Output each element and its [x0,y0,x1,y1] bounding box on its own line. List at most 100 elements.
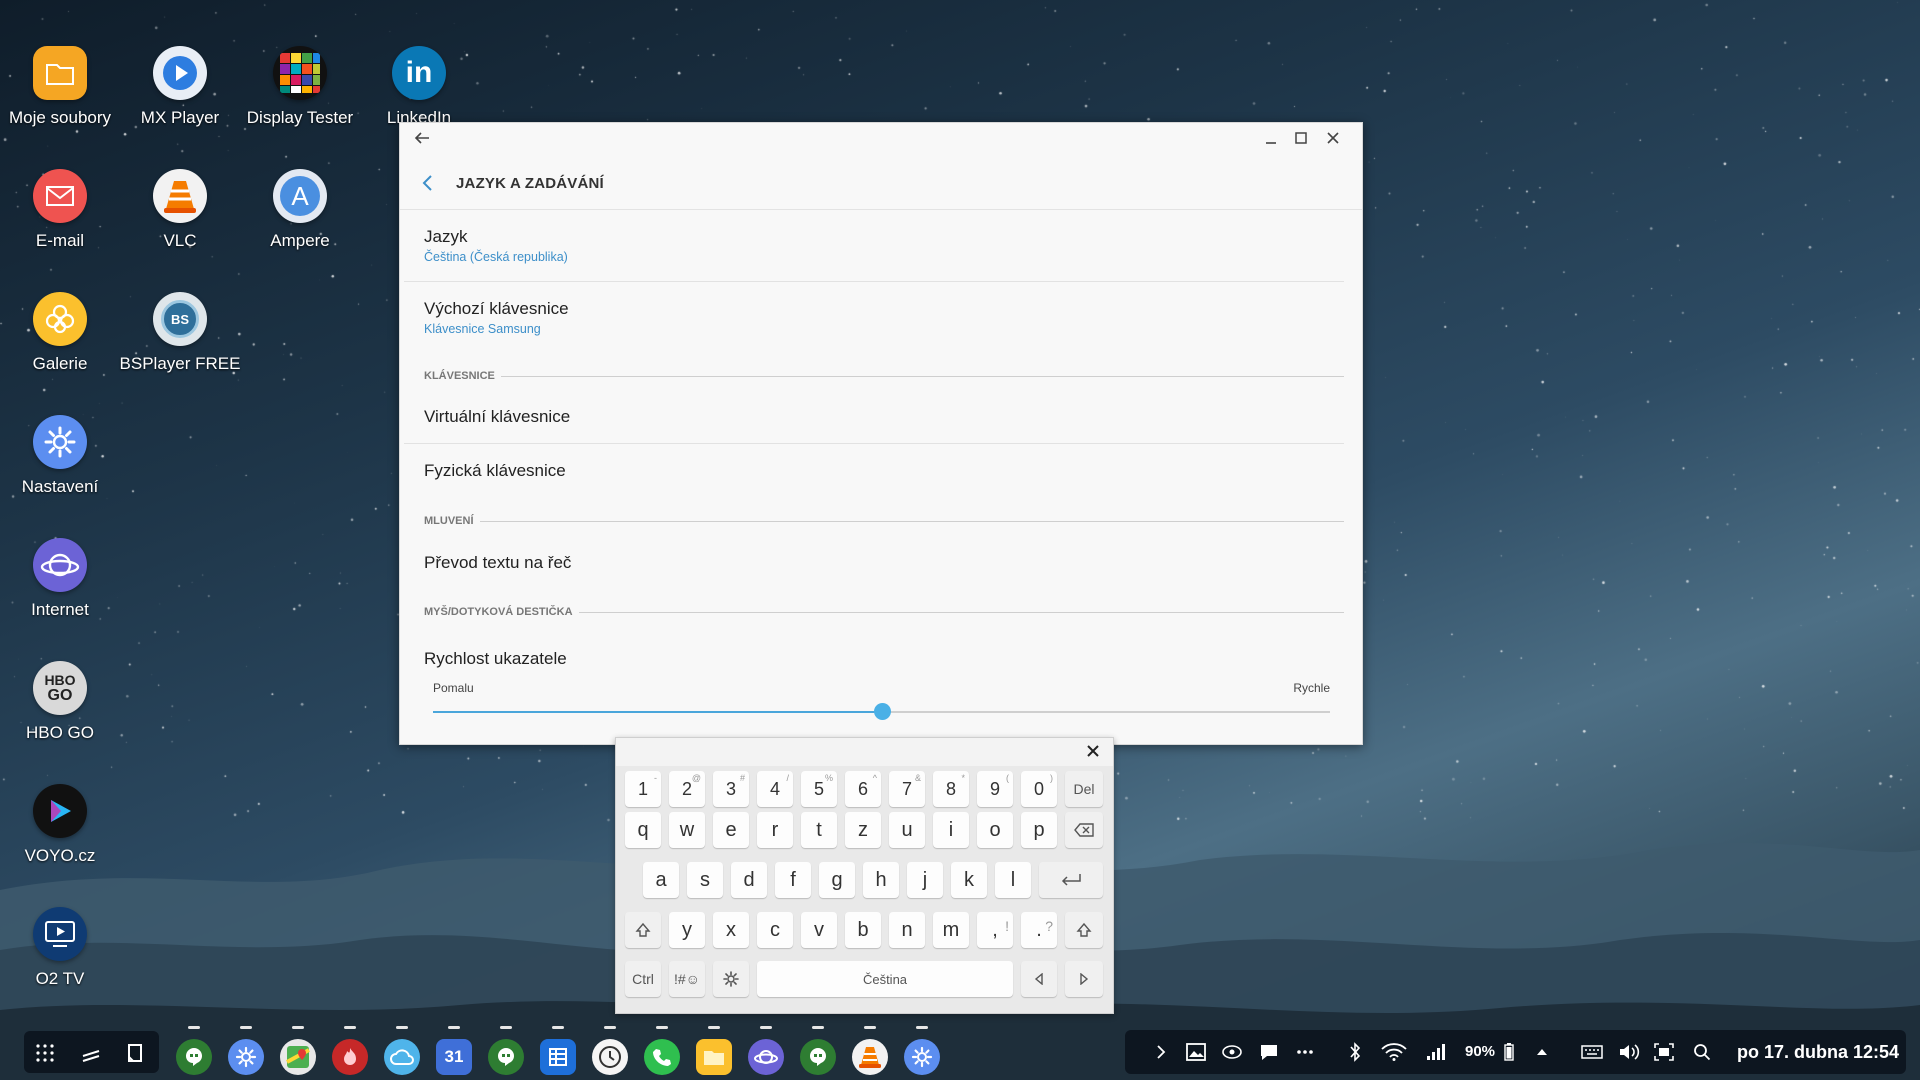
key-cursor-right[interactable] [1065,961,1103,997]
desktop-icon-vlc[interactable]: VLC [120,169,240,251]
volume-icon[interactable] [1617,1041,1641,1063]
key-shift-right[interactable] [1065,912,1103,948]
key-2[interactable]: 2 @ [669,771,705,807]
screenshot-icon[interactable] [1653,1041,1675,1063]
pointer-speed-thumb[interactable] [873,703,891,720]
physical-keyboard-setting[interactable]: Fyzická klávesnice [424,461,1344,481]
key-g[interactable]: g [819,862,855,898]
key-z[interactable]: z [845,812,881,848]
key-j[interactable]: j [907,862,943,898]
recent-apps-icon[interactable] [80,1042,102,1064]
key-p[interactable]: p [1021,812,1057,848]
key-v[interactable]: v [801,912,837,948]
key-3[interactable]: 3 # [713,771,749,807]
key-ctrl[interactable]: Ctrl [625,961,661,997]
keyboard-close-icon[interactable] [1083,741,1103,761]
key-f[interactable]: f [775,862,811,898]
key-x[interactable]: x [713,912,749,948]
key-i[interactable]: i [933,812,969,848]
pointer-speed-slider[interactable] [433,703,1330,720]
wifi-icon[interactable] [1381,1041,1407,1063]
key-space[interactable]: Čeština [757,961,1013,997]
key-comma[interactable]: ,! [977,912,1013,948]
image-icon[interactable] [1185,1041,1207,1063]
key-5[interactable]: 5% [801,771,837,807]
key-o[interactable]: o [977,812,1013,848]
key-q[interactable]: q [625,812,661,848]
taskbar-app-vlc[interactable] [852,1039,888,1075]
window-back-icon[interactable] [411,127,433,149]
maximize-icon[interactable] [1290,127,1312,149]
signal-icon[interactable] [1425,1041,1447,1063]
virtual-keyboard-setting[interactable]: Virtuální klávesnice [424,407,1344,427]
key-k[interactable]: k [951,862,987,898]
sync-icon[interactable] [1221,1041,1243,1063]
key-7[interactable]: 7 & [889,771,925,807]
key-w[interactable]: w [669,812,705,848]
key-period[interactable]: .? [1021,912,1057,948]
desktop-icon-my-files[interactable]: Moje soubory [0,46,120,128]
key-backspace[interactable] [1065,812,1103,848]
key-delete[interactable]: Del [1065,771,1103,807]
taskbar-app-hangouts[interactable] [176,1039,212,1075]
key-settings[interactable] [713,961,749,997]
taskbar-app-clock[interactable] [592,1039,628,1075]
key-y[interactable]: y [669,912,705,948]
key-4[interactable]: 4/ [757,771,793,807]
key-enter[interactable] [1039,862,1103,898]
apps-grid-icon[interactable] [34,1042,56,1064]
taskbar-app-maps[interactable] [280,1039,316,1075]
key-0[interactable]: 0) [1021,771,1057,807]
keyboard-icon[interactable] [1580,1041,1604,1063]
desktop-icon-hbo-go[interactable]: HBO GO HBO GO [0,661,120,743]
taskbar-app-antutu[interactable] [332,1039,368,1075]
key-m[interactable]: m [933,912,969,948]
default-keyboard-setting[interactable]: Výchozí klávesnice Klávesnice Samsung [424,299,1344,336]
window-titlebar[interactable] [400,123,1362,153]
home-icon[interactable] [124,1042,146,1064]
taskbar-app-weather[interactable] [384,1039,420,1075]
key-e[interactable]: e [713,812,749,848]
taskbar-app-phone[interactable] [644,1039,680,1075]
taskbar-app-sheets[interactable] [540,1039,576,1075]
key-cursor-left[interactable] [1021,961,1057,997]
key-1[interactable]: 1- [625,771,661,807]
key-6[interactable]: 6 ^ [845,771,881,807]
key-t[interactable]: t [801,812,837,848]
more-dots-icon[interactable] [1295,1041,1315,1063]
taskbar-app-internet[interactable] [748,1039,784,1075]
taskbar-app-settings-2[interactable] [904,1039,940,1075]
key-d[interactable]: d [731,862,767,898]
key-n[interactable]: n [889,912,925,948]
key-c[interactable]: c [757,912,793,948]
key-h[interactable]: h [863,862,899,898]
desktop-icon-o2tv[interactable]: O2 TV [0,907,120,989]
clock-text[interactable]: po 17. dubna 12:54 [1737,1042,1899,1063]
key-9[interactable]: 9( [977,771,1013,807]
key-r[interactable]: r [757,812,793,848]
search-icon[interactable] [1691,1041,1713,1063]
desktop-icon-linkedin[interactable]: in LinkedIn [359,46,479,128]
caret-up-icon[interactable] [1535,1041,1549,1063]
message-icon[interactable] [1259,1041,1279,1063]
key-8[interactable]: 8 * [933,771,969,807]
desktop-icon-email[interactable]: E-mail [0,169,120,251]
tts-setting[interactable]: Převod textu na řeč [424,553,1344,573]
desktop-icon-internet[interactable]: Internet [0,538,120,620]
desktop-icon-ampere[interactable]: A Ampere [240,169,360,251]
key-symbols[interactable]: !#☺ [669,961,705,997]
key-b[interactable]: b [845,912,881,948]
chevron-right-icon[interactable] [1153,1041,1169,1063]
key-shift-left[interactable] [625,912,661,948]
key-l[interactable]: l [995,862,1031,898]
desktop-icon-bsplayer[interactable]: BS BSPlayer FREE [120,292,240,374]
taskbar-app-hangouts-2[interactable] [488,1039,524,1075]
close-icon[interactable] [1322,127,1344,149]
back-chevron-icon[interactable] [418,173,438,193]
key-s[interactable]: s [687,862,723,898]
desktop-icon-mx-player[interactable]: MX Player [120,46,240,128]
key-a[interactable]: a [643,862,679,898]
desktop-icon-settings[interactable]: Nastavení [0,415,120,497]
taskbar-app-hangouts-3[interactable] [800,1039,836,1075]
bluetooth-icon[interactable] [1347,1041,1363,1063]
